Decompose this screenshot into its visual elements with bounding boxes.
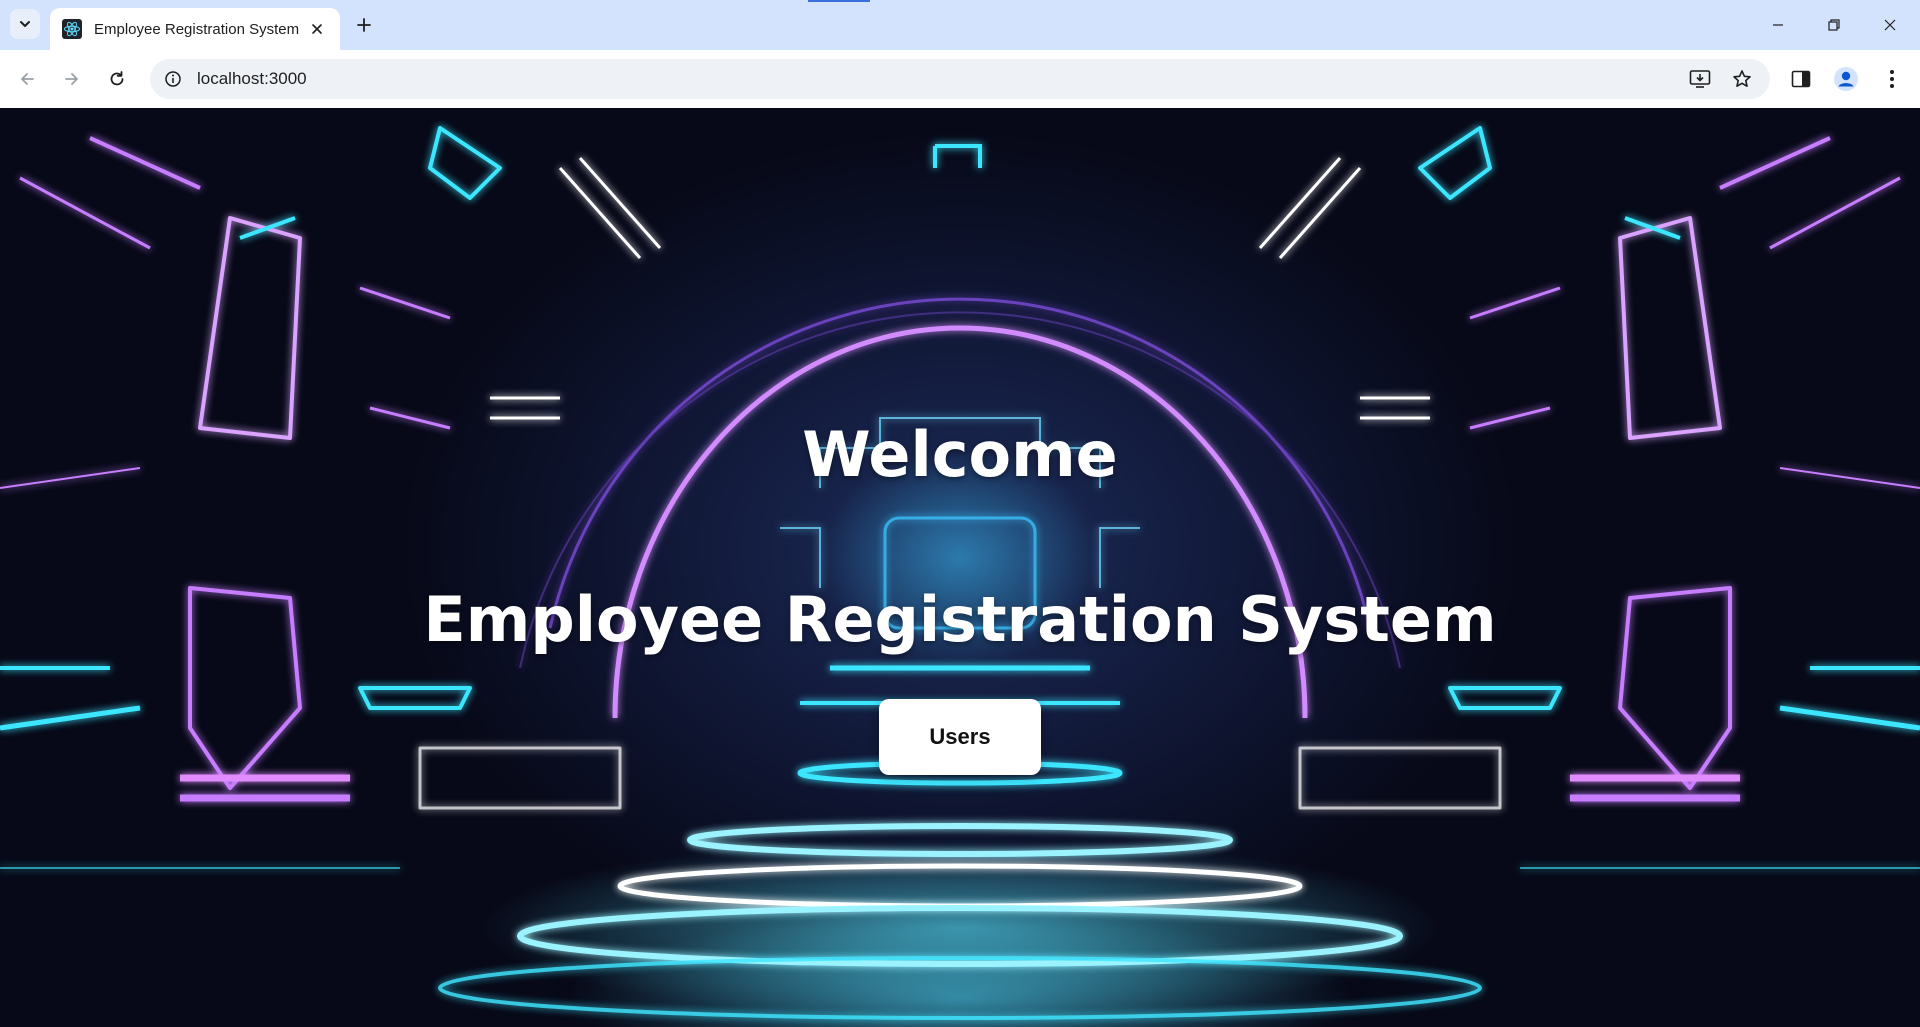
new-tab-button[interactable] xyxy=(350,11,378,39)
react-logo-icon xyxy=(62,19,82,39)
close-window-button[interactable] xyxy=(1862,0,1918,50)
address-bar[interactable]: localhost:3000 xyxy=(150,59,1770,99)
forward-button[interactable] xyxy=(54,61,90,97)
reload-button[interactable] xyxy=(99,61,135,97)
browser-toolbar: localhost:3000 xyxy=(0,50,1920,108)
back-button[interactable] xyxy=(9,61,45,97)
plus-icon xyxy=(357,18,371,32)
tab-title: Employee Registration System xyxy=(94,20,300,38)
minimize-button[interactable] xyxy=(1750,0,1806,50)
browser-tab[interactable]: Employee Registration System xyxy=(50,8,340,50)
restore-button[interactable] xyxy=(1806,0,1862,50)
tab-strip-accent xyxy=(808,0,870,2)
page-title: Employee Registration System xyxy=(423,583,1497,656)
profile-button[interactable] xyxy=(1828,61,1864,97)
tab-strip: Employee Registration System xyxy=(0,0,1920,50)
neon-stage-background xyxy=(0,126,1920,1020)
minimize-icon xyxy=(1773,24,1783,26)
chevron-down-icon xyxy=(20,21,30,27)
star-icon[interactable] xyxy=(1726,63,1758,95)
kebab-menu-icon xyxy=(1890,70,1894,88)
arrow-right-icon xyxy=(65,73,78,85)
side-panel-button[interactable] xyxy=(1783,61,1819,97)
welcome-heading: Welcome xyxy=(802,418,1118,491)
info-icon[interactable] xyxy=(153,59,193,99)
tab-search-button[interactable] xyxy=(10,9,40,39)
arrow-left-icon xyxy=(21,73,34,85)
menu-button[interactable] xyxy=(1874,61,1910,97)
reload-icon xyxy=(110,71,124,86)
close-icon xyxy=(312,24,322,34)
users-button[interactable]: Users xyxy=(879,699,1041,775)
side-panel-icon xyxy=(1791,70,1811,88)
close-icon xyxy=(1884,19,1896,31)
page-content: Welcome Employee Registration System Use… xyxy=(0,108,1920,1027)
profile-icon xyxy=(1834,67,1858,91)
url-text[interactable]: localhost:3000 xyxy=(197,69,1770,89)
install-app-icon[interactable] xyxy=(1684,63,1716,95)
tab-close-button[interactable] xyxy=(306,18,328,40)
restore-icon xyxy=(1828,19,1840,31)
